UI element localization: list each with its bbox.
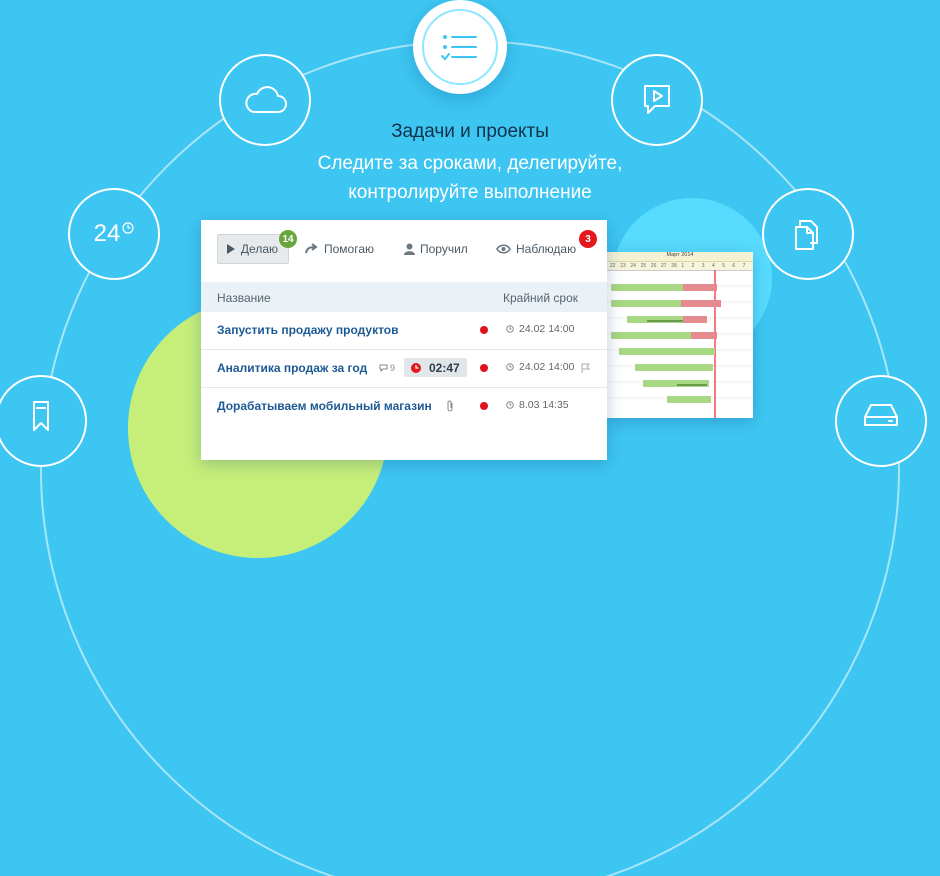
eye-icon [496, 244, 511, 254]
checklist-icon [441, 35, 477, 61]
comments-value: 9 [390, 363, 396, 373]
person-icon [404, 243, 415, 255]
timer-value: 02:47 [429, 360, 460, 375]
task-tabs: Делаю 14 Помогаю Поручил Наблюдаю 3 [217, 230, 597, 266]
paperclip-icon [447, 400, 453, 412]
arrow-icon [305, 243, 318, 254]
tab-assigned[interactable]: Поручил [404, 234, 468, 264]
gantt-bars [607, 270, 753, 418]
gantt-preview: Март 2014 22 23 24 25 26 27 28 1 2 3 4 5 6 7 [607, 252, 753, 418]
comment-icon [379, 364, 388, 372]
doing-count-badge: 14 [279, 230, 297, 248]
clock-icon [506, 401, 514, 409]
gantt-day-label: 25 [640, 263, 647, 269]
clock-icon [506, 363, 514, 371]
gantt-day-label: 1 [681, 263, 685, 269]
deadline-value: 24.02 14:00 [519, 323, 575, 335]
watching-count-badge: 3 [579, 230, 597, 248]
table-row[interactable]: Запустить продажу продуктов 24.02 14:00 [201, 312, 607, 350]
tab-assigned-label: Поручил [420, 242, 468, 256]
comments-count[interactable]: 9 [379, 363, 395, 373]
bookmark-icon [33, 401, 49, 431]
gantt-day-label: 24 [630, 263, 636, 269]
deadline: 8.03 14:35 [506, 399, 569, 411]
gantt-day-label: 28 [671, 263, 677, 269]
deadline: 24.02 14:00 [506, 361, 574, 373]
gantt-month: Март 2014 [666, 252, 694, 258]
tasks-panel: Делаю 14 Помогаю Поручил Наблюдаю 3 Назв… [201, 220, 607, 460]
clock-node[interactable]: 24 [68, 188, 160, 280]
clock-icon [122, 222, 134, 234]
status-dot [480, 326, 488, 334]
gantt-day-label: 6 [732, 263, 736, 269]
tasks-feature-icon[interactable] [413, 0, 507, 94]
tab-helping-label: Помогаю [324, 242, 375, 256]
table-header: Название Крайний срок [201, 282, 607, 312]
gantt-day-label: 7 [742, 263, 746, 269]
column-name[interactable]: Название [217, 291, 271, 305]
gantt-day-label: 4 [712, 263, 715, 269]
deadline-value: 24.02 14:00 [519, 361, 575, 373]
gantt-day-label: 23 [620, 263, 626, 269]
documents-icon [795, 220, 818, 250]
task-name[interactable]: Аналитика продаж за год [217, 361, 367, 375]
gantt-day-label: 3 [701, 263, 705, 269]
table-row[interactable]: Дорабатываем мобильный магазин 8.03 14:3… [201, 388, 607, 425]
status-dot [480, 402, 488, 410]
deadline-value: 8.03 14:35 [519, 399, 569, 411]
gantt-day-label: 5 [722, 263, 725, 269]
flag-icon[interactable] [581, 363, 591, 373]
drive-icon [864, 404, 898, 426]
gantt-day-label: 27 [661, 263, 667, 269]
feature-title: Задачи и проекты [391, 121, 549, 142]
node-24-label: 24 [93, 220, 121, 247]
gantt-day-label: 22 [610, 263, 616, 269]
tab-watching[interactable]: Наблюдаю [496, 234, 576, 264]
gantt-month-header: Март 2014 [607, 252, 753, 262]
table-row[interactable]: Аналитика продаж за год 9 02:47 24.02 14… [201, 350, 607, 388]
task-name[interactable]: Дорабатываем мобильный магазин [217, 399, 432, 413]
timer-icon [411, 362, 421, 373]
play-icon [226, 244, 235, 254]
tab-helping[interactable]: Помогаю [305, 234, 374, 264]
gantt-day-label: 26 [650, 263, 657, 269]
status-dot [480, 364, 488, 372]
task-name[interactable]: Запустить продажу продуктов [217, 323, 399, 337]
drive-node[interactable] [835, 375, 927, 467]
feature-subtitle: Следите за сроками, делегируйте, контрол… [317, 153, 623, 203]
tab-watching-label: Наблюдаю [516, 242, 577, 256]
deadline: 24.02 14:00 [506, 323, 574, 335]
clock-icon [506, 325, 514, 333]
column-deadline[interactable]: Крайний срок [503, 291, 578, 305]
time-tracker[interactable]: 02:47 [404, 358, 467, 377]
gantt-day-label: 2 [691, 263, 695, 269]
chat-play-icon [644, 85, 670, 114]
tab-doing-label: Делаю [240, 242, 278, 256]
documents-node[interactable] [762, 188, 854, 280]
cloud-icon [245, 86, 287, 113]
